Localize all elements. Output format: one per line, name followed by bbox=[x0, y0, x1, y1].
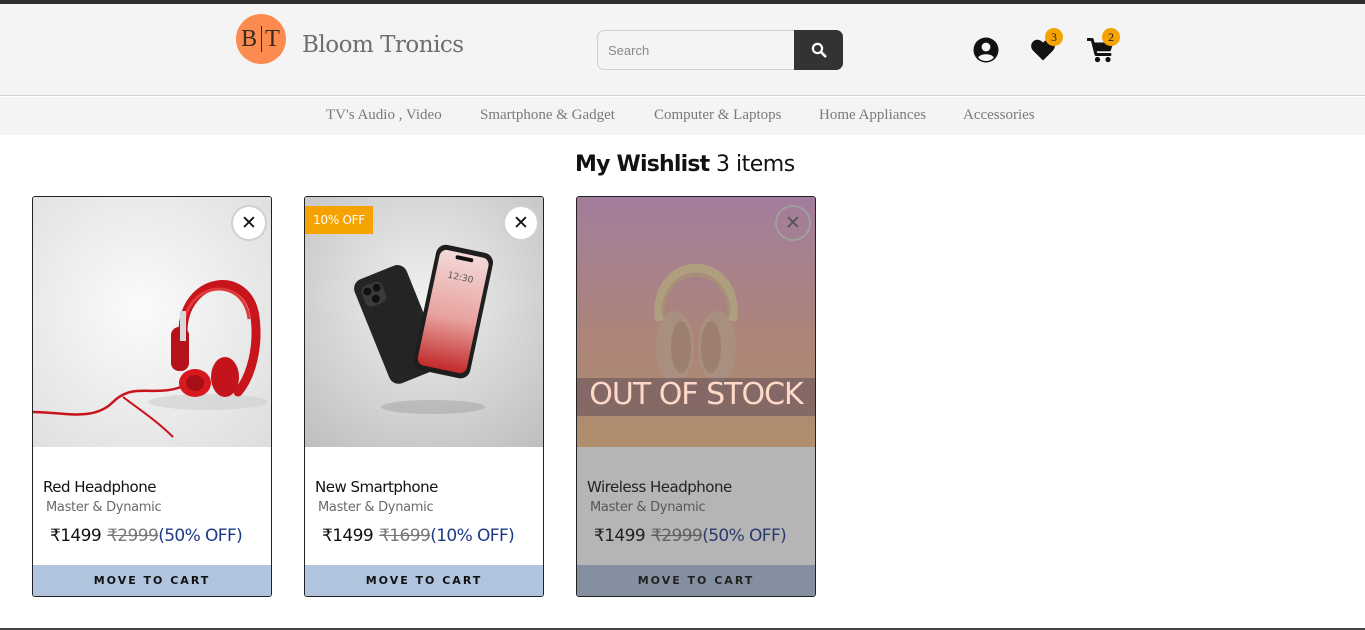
search-bar bbox=[597, 30, 843, 70]
out-of-stock-label: OUT OF STOCK bbox=[589, 377, 803, 412]
site-header: B T Bloom Tronics 3 2 bbox=[0, 4, 1365, 96]
original-price: ₹1699 bbox=[379, 526, 431, 546]
price-row: ₹1499 ₹1699(10% OFF) bbox=[322, 526, 515, 546]
cart-count-badge: 2 bbox=[1102, 28, 1120, 46]
product-brand: Master & Dynamic bbox=[590, 500, 706, 515]
selling-price: ₹1499 bbox=[50, 526, 102, 546]
wishlist-count-badge: 3 bbox=[1045, 28, 1063, 46]
nav-item-accessories[interactable]: Accessories bbox=[963, 107, 1035, 124]
logo-divider bbox=[261, 26, 263, 52]
user-circle-icon bbox=[973, 37, 999, 63]
remove-button[interactable]: ✕ bbox=[231, 205, 267, 241]
brand-name[interactable]: Bloom Tronics bbox=[302, 32, 464, 58]
price-row: ₹1499 ₹2999(50% OFF) bbox=[50, 526, 243, 546]
nav-item-tv-audio-video[interactable]: TV's Audio , Video bbox=[326, 107, 442, 124]
original-price: ₹2999 bbox=[651, 526, 703, 546]
discount-percent: (10% OFF) bbox=[430, 526, 515, 546]
search-icon bbox=[811, 42, 826, 58]
logo-letter-left: B bbox=[241, 25, 259, 52]
discount-tag: 10% OFF bbox=[305, 206, 373, 234]
logo[interactable]: B T bbox=[236, 14, 286, 64]
product-name[interactable]: Red Headphone bbox=[43, 478, 156, 496]
product-brand: Master & Dynamic bbox=[46, 500, 162, 515]
nav-item-smartphone-gadget[interactable]: Smartphone & Gadget bbox=[480, 107, 615, 124]
wishlist-item-count: 3 items bbox=[716, 152, 795, 177]
remove-button[interactable]: ✕ bbox=[503, 205, 539, 241]
product-name[interactable]: Wireless Headphone bbox=[587, 478, 732, 496]
account-button[interactable] bbox=[972, 36, 1000, 64]
wishlist-card: ✕ Red Headphone Master & Dynamic ₹1499 ₹2… bbox=[32, 196, 272, 597]
move-to-cart-button[interactable]: MOVE TO CART bbox=[577, 565, 815, 596]
page-title: My Wishlist bbox=[575, 152, 710, 177]
close-icon: ✕ bbox=[785, 212, 801, 234]
remove-button[interactable]: ✕ bbox=[775, 205, 811, 241]
price-row: ₹1499 ₹2999(50% OFF) bbox=[594, 526, 787, 546]
search-button[interactable] bbox=[794, 30, 843, 70]
original-price: ₹2999 bbox=[107, 526, 159, 546]
discount-percent: (50% OFF) bbox=[702, 526, 787, 546]
logo-letter-right: T bbox=[265, 25, 281, 52]
product-brand: Master & Dynamic bbox=[318, 500, 434, 515]
close-icon: ✕ bbox=[513, 212, 529, 234]
discount-percent: (50% OFF) bbox=[158, 526, 243, 546]
wishlist-card-out-of-stock: ✕ Wireless Headphone Master & Dynamic ₹1… bbox=[576, 196, 816, 597]
selling-price: ₹1499 bbox=[594, 526, 646, 546]
product-name[interactable]: New Smartphone bbox=[315, 478, 438, 496]
nav-item-computer-laptops[interactable]: Computer & Laptops bbox=[654, 107, 782, 124]
nav-item-home-appliances[interactable]: Home Appliances bbox=[819, 107, 926, 124]
wishlist-card: 12:30 10% OFF ✕ New Smartphone Master & … bbox=[304, 196, 544, 597]
move-to-cart-button[interactable]: MOVE TO CART bbox=[305, 565, 543, 596]
search-input[interactable] bbox=[597, 30, 797, 70]
close-icon: ✕ bbox=[241, 212, 257, 234]
selling-price: ₹1499 bbox=[322, 526, 374, 546]
move-to-cart-button[interactable]: MOVE TO CART bbox=[33, 565, 271, 596]
category-nav: TV's Audio , Video Smartphone & Gadget C… bbox=[0, 97, 1365, 135]
